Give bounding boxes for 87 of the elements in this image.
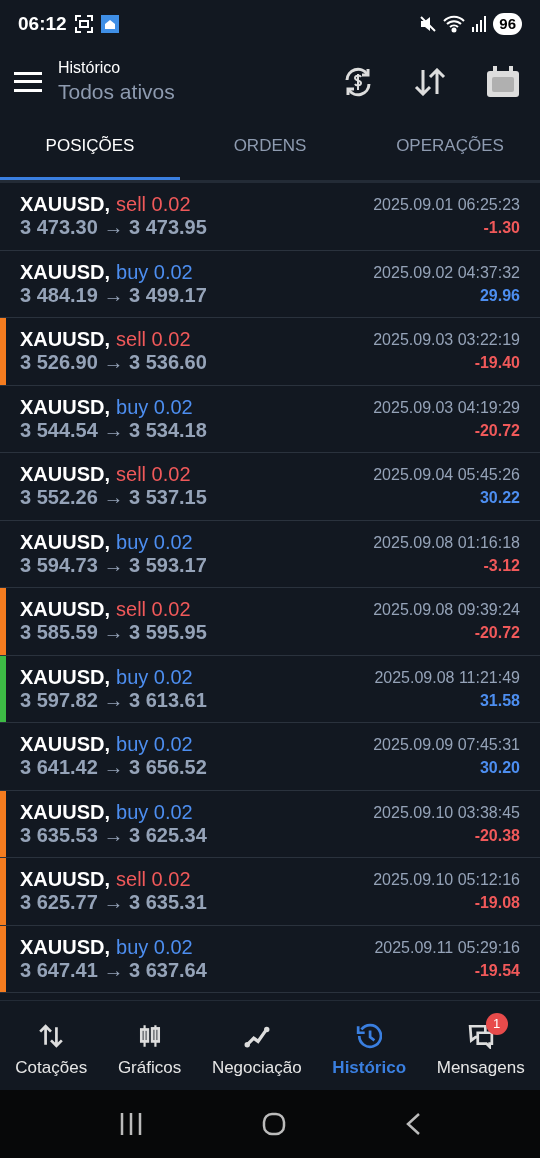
close-time: 2025.09.10 05:12:16 <box>373 870 520 891</box>
screenshot-icon <box>74 15 93 33</box>
symbol-name: XAUUSD, <box>20 530 110 554</box>
profit-value: 31.58 <box>479 690 520 711</box>
price-range: 3 597.82 → 3 613.61 <box>20 688 207 712</box>
price-range: 3 625.77 → 3 635.31 <box>20 891 207 915</box>
close-time: 2025.09.09 07:45:31 <box>373 735 520 756</box>
menu-icon[interactable] <box>14 71 42 92</box>
deal-type: sell 0.02 <box>116 463 191 487</box>
screen-title: Histórico <box>58 57 122 78</box>
profit-value: -19.54 <box>474 960 520 981</box>
symbol-name: XAUUSD, <box>20 733 110 757</box>
deal-type: buy 0.02 <box>116 733 193 757</box>
price-range: 3 647.41 → 3 637.64 <box>20 958 207 982</box>
price-range: 3 635.53 → 3 625.34 <box>20 823 207 847</box>
deal-type: buy 0.02 <box>116 530 193 554</box>
close-time: 2025.09.03 03:22:19 <box>373 330 520 351</box>
asset-filter[interactable]: Todos ativos <box>58 77 342 106</box>
tab[interactable]: ORDENS <box>180 115 360 180</box>
symbol-name: XAUUSD, <box>20 463 110 487</box>
clock-time: 06:12 <box>18 11 67 36</box>
symbol-name: XAUUSD, <box>20 598 110 622</box>
quotes-arrows-icon <box>38 1022 65 1049</box>
calendar-icon[interactable] <box>486 65 520 98</box>
symbol-name: XAUUSD, <box>20 935 110 959</box>
close-time: 2025.09.01 06:25:23 <box>373 195 520 216</box>
wifi-icon <box>443 15 466 33</box>
symbol-name: XAUUSD, <box>20 395 110 419</box>
close-time: 2025.09.04 05:45:26 <box>373 465 520 486</box>
symbol-name: XAUUSD, <box>20 665 110 689</box>
nav-tab[interactable]: Histórico <box>328 1010 411 1081</box>
price-range: 3 473.30 → 3 473.95 <box>20 216 207 240</box>
deal-type: sell 0.02 <box>116 328 191 352</box>
back-icon[interactable] <box>404 1112 421 1136</box>
home-app-icon <box>100 15 119 33</box>
deal-type: buy 0.02 <box>116 935 193 959</box>
symbol-name: XAUUSD, <box>20 868 110 892</box>
price-range: 3 544.54 → 3 534.18 <box>20 418 207 442</box>
deal-type: sell 0.02 <box>116 868 191 892</box>
price-range: 3 484.19 → 3 499.17 <box>20 283 207 307</box>
price-range: 3 526.90 → 3 536.60 <box>20 351 207 375</box>
tab[interactable]: OPERAÇÕES <box>360 115 540 180</box>
symbol-name: XAUUSD, <box>20 328 110 352</box>
deal-type: buy 0.02 <box>116 395 193 419</box>
sort-icon[interactable] <box>414 67 446 96</box>
unread-badge: 1 <box>485 1012 508 1035</box>
signal-icon <box>471 16 488 32</box>
symbol-name: XAUUSD, <box>20 800 110 824</box>
recent-apps-icon[interactable] <box>119 1113 144 1135</box>
close-time: 2025.09.03 04:19:29 <box>373 397 520 418</box>
close-time: 2025.09.08 01:16:18 <box>373 532 520 553</box>
profit-value: 30.20 <box>479 758 520 779</box>
nav-tab[interactable]: Cotações <box>11 1010 92 1081</box>
deal-type: sell 0.02 <box>116 193 191 217</box>
profit-value: -20.38 <box>474 825 520 846</box>
close-time: 2025.09.08 09:39:24 <box>373 600 520 621</box>
profit-value: -20.72 <box>474 623 520 644</box>
profit-value: 29.96 <box>479 285 520 306</box>
tab[interactable]: POSIÇÕES <box>0 115 180 180</box>
close-time: 2025.09.08 11:21:49 <box>374 667 520 688</box>
profit-value: 30.22 <box>479 488 520 509</box>
profit-value: -3.12 <box>483 555 520 576</box>
close-time: 2025.09.10 03:38:45 <box>373 802 520 823</box>
symbol-name: XAUUSD, <box>20 260 110 284</box>
history-icon <box>356 1022 383 1049</box>
close-time: 2025.09.02 04:37:32 <box>373 262 520 283</box>
battery-level: 96 <box>493 13 522 35</box>
profit-value: -1.30 <box>483 218 520 239</box>
profit-value: -20.72 <box>474 420 520 441</box>
close-time: 2025.09.11 05:29:16 <box>374 937 520 958</box>
deal-type: sell 0.02 <box>116 598 191 622</box>
deal-type: buy 0.02 <box>116 260 193 284</box>
profit-value: -19.40 <box>474 353 520 374</box>
price-range: 3 552.26 → 3 537.15 <box>20 486 207 510</box>
chat-icon <box>467 1022 494 1049</box>
price-range: 3 641.42 → 3 656.52 <box>20 756 207 780</box>
nav-tab[interactable]: Gráficos <box>113 1010 186 1081</box>
profit-value: -19.08 <box>474 893 520 914</box>
price-range: 3 585.59 → 3 595.95 <box>20 621 207 645</box>
mute-icon <box>419 15 438 33</box>
deal-type: buy 0.02 <box>116 665 193 689</box>
price-range: 3 594.73 → 3 593.17 <box>20 553 207 577</box>
nav-tab[interactable]: Negociação <box>207 1010 306 1081</box>
home-button-icon[interactable] <box>262 1112 286 1136</box>
deal-type: buy 0.02 <box>116 800 193 824</box>
symbol-name: XAUUSD, <box>20 193 110 217</box>
nav-tab[interactable]: 1 Mensagens <box>432 1010 529 1081</box>
